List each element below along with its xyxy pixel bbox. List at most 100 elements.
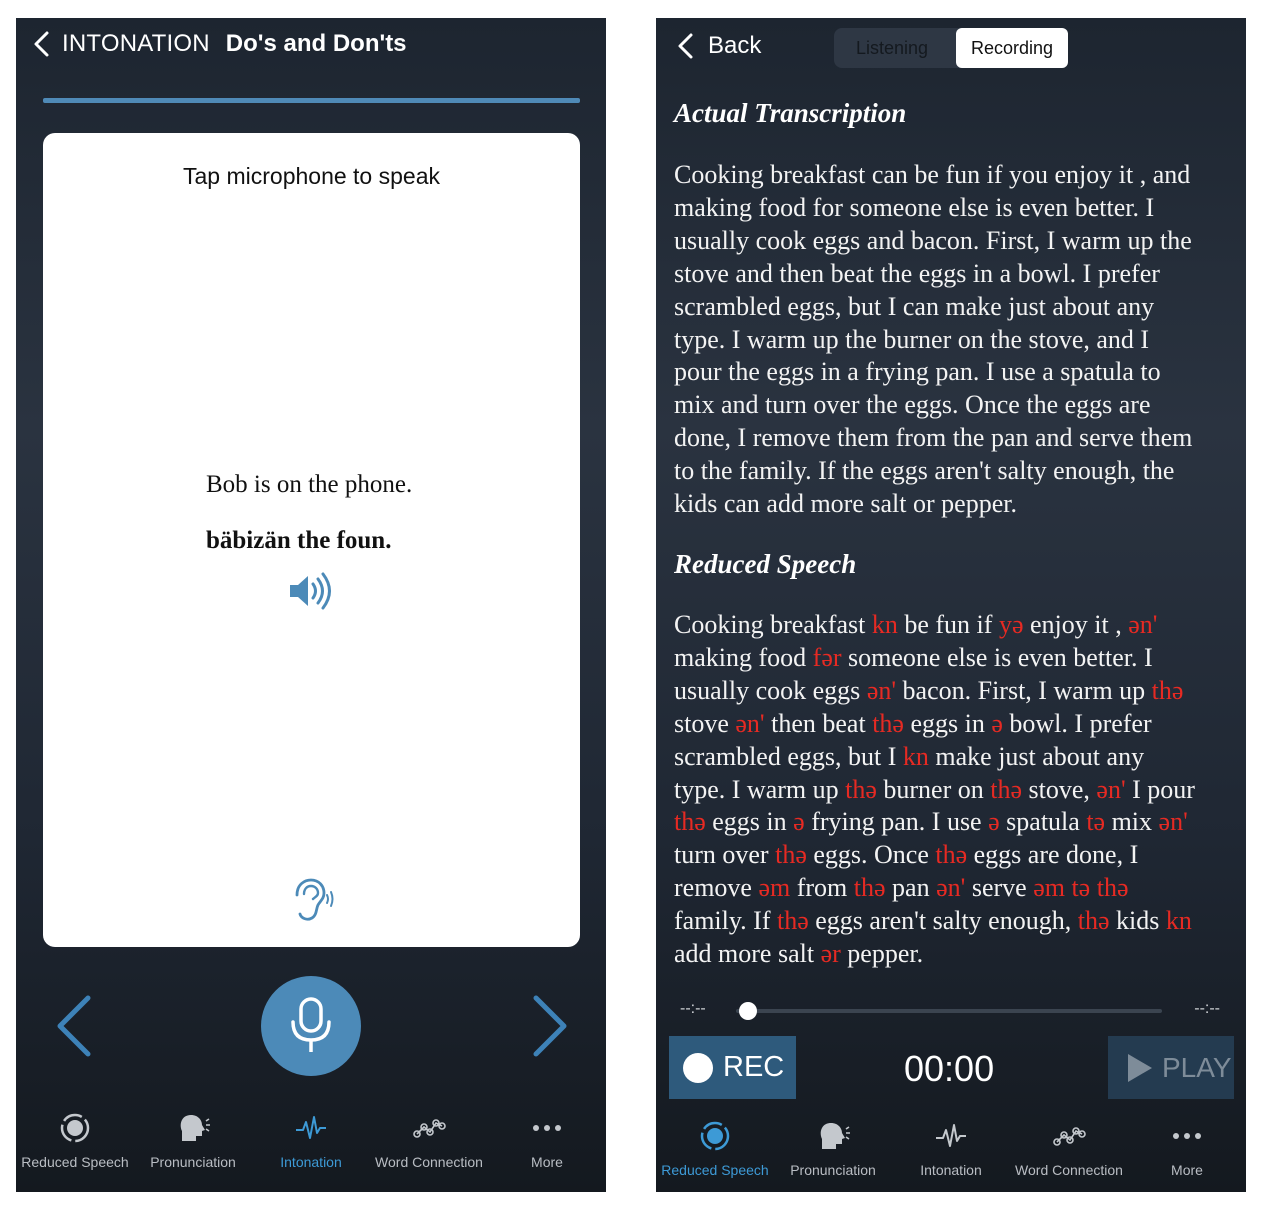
reduced-form: ər [820, 939, 841, 969]
plain-text: pan [885, 873, 937, 903]
tab-pronunciation[interactable]: Pronunciation [774, 1116, 892, 1178]
reduced-form: ə [991, 708, 1003, 738]
tab-label: Pronunciation [150, 1154, 236, 1170]
next-arrow-icon[interactable] [530, 994, 570, 1058]
segment-recording[interactable]: Recording [956, 28, 1068, 68]
elapsed-time: --:-- [680, 1000, 706, 1017]
plain-text: stove, [1022, 774, 1097, 804]
tab-bar: Reduced Speech Pronunciation Intonation Wor… [656, 1116, 1246, 1178]
transcript-line: Cooking breakfast can be fun if you enjo… [674, 160, 1191, 189]
pronunciation-icon [173, 1108, 213, 1148]
reduced-form: ə [988, 807, 1000, 837]
reduced-line: family. If thə eggs aren't salty enough,… [674, 905, 1234, 938]
reduced-form: ən' [1096, 774, 1126, 804]
plain-text: I pour [1125, 774, 1195, 804]
plain-text: make just about any [928, 741, 1145, 771]
plain-text: eggs are done, I [967, 840, 1139, 870]
tab-intonation[interactable]: Intonation [892, 1116, 1010, 1178]
reduced-line: scrambled eggs, but I kn make just about… [674, 741, 1234, 774]
reduced-sentence: bäbizän the foun. [206, 527, 392, 554]
transcript-line: pour the eggs in a frying pan. I use a s… [674, 357, 1161, 387]
reduced-line: thə eggs in ə frying pan. I use ə spatul… [674, 806, 1234, 839]
actual-transcription-text: Cooking breakfast can be fun if you enjo… [674, 159, 1234, 521]
plain-text: making food [674, 642, 813, 672]
tab-label: Word Connection [1015, 1162, 1123, 1178]
plain-text: eggs in [705, 807, 794, 837]
plain-text: be fun if [897, 610, 999, 639]
actual-transcription-heading: Actual Transcription [674, 98, 907, 128]
speaker-icon[interactable] [286, 571, 334, 611]
tab-more[interactable]: More [488, 1108, 606, 1170]
transcript-line: done, I remove them from the pan and ser… [674, 423, 1193, 453]
practice-card: Tap microphone to speak Bob is on the ph… [43, 133, 580, 947]
scrubber-track[interactable] [736, 1009, 1162, 1013]
back-button[interactable]: Back [674, 32, 761, 60]
plain-text: kids [1109, 906, 1166, 936]
reduced-form: thə [777, 906, 809, 936]
tab-bar: Reduced Speech Pronunciation Intonation Wor… [16, 1108, 606, 1170]
plain-text: remove [674, 873, 759, 903]
tab-label: Word Connection [375, 1154, 483, 1170]
reduced-line: add more salt ər pepper. [674, 938, 1234, 971]
tab-intonation[interactable]: Intonation [252, 1108, 370, 1170]
reduced-form: thə [1077, 906, 1110, 936]
transcript-line: to the family. If the eggs aren't salty … [674, 456, 1175, 486]
plain-text: add more salt [674, 939, 821, 969]
chevron-left-icon[interactable] [30, 30, 56, 58]
audio-scrubber[interactable]: --:-- --:-- [680, 1000, 1220, 1020]
intonation-icon [291, 1108, 331, 1148]
plain-text: eggs. Once [806, 840, 936, 870]
plain-text: turn over [674, 840, 776, 870]
reduced-form: ən' [1158, 807, 1188, 837]
tab-label: Reduced Speech [21, 1154, 129, 1170]
reduced-form: kn [902, 741, 929, 771]
reduced-form: thə [1151, 675, 1184, 705]
microphone-button[interactable] [261, 976, 361, 1076]
word-connection-icon [1049, 1116, 1089, 1156]
plain-text: pepper. [840, 939, 924, 969]
record-button[interactable]: REC [669, 1036, 796, 1099]
reduced-form: thə [935, 840, 968, 870]
tab-label: More [531, 1154, 563, 1170]
tab-label: More [1171, 1162, 1203, 1178]
transcript-line: kids can add more salt or pepper. [674, 489, 1017, 519]
intonation-screen: INTONATION Do's and Don'ts Tap microphon… [16, 18, 606, 1192]
reduced-speech-text: Cooking breakfast kn be fun if yə enjoy … [674, 609, 1234, 971]
reduced-line: type. I warm up thə burner on thə stove,… [674, 774, 1234, 807]
play-icon [1128, 1053, 1152, 1082]
section-title: INTONATION [62, 30, 210, 57]
reduced-line: stove ən' then beat thə eggs in ə bowl. … [674, 708, 1234, 741]
pronunciation-icon [813, 1116, 853, 1156]
reduced-line: remove əm from thə pan ən' serve əm tə t… [674, 872, 1234, 905]
reduced-speech-screen: Back Listening Recording Actual Transcri… [656, 18, 1246, 1192]
segment-listening[interactable]: Listening [834, 28, 950, 68]
practice-sentence: Bob is on the phone. [206, 471, 413, 498]
reduced-speech-icon [695, 1116, 735, 1156]
transcript-line: stove and then beat the eggs in a bowl. … [674, 258, 1160, 288]
microphone-icon [291, 997, 331, 1052]
tab-label: Intonation [920, 1162, 982, 1178]
reduced-line: turn over thə eggs. Once thə eggs are do… [674, 839, 1234, 872]
tab-more[interactable]: More [1128, 1116, 1246, 1178]
tab-pronunciation[interactable]: Pronunciation [134, 1108, 252, 1170]
plain-text: Cooking breakfast [674, 610, 872, 639]
ear-listen-icon[interactable] [287, 877, 337, 923]
play-label: PLAY [1162, 1051, 1232, 1083]
plain-text: usually cook eggs [674, 675, 867, 705]
previous-arrow-icon[interactable] [54, 994, 94, 1058]
more-icon [527, 1108, 567, 1148]
tab-reduced-speech[interactable]: Reduced Speech [656, 1116, 774, 1178]
reduced-form: fər [812, 642, 842, 672]
reduced-form: əm tə thə [1033, 873, 1129, 903]
tab-reduced-speech[interactable]: Reduced Speech [16, 1108, 134, 1170]
tab-word-connection[interactable]: Word Connection [370, 1108, 488, 1170]
scrubber-thumb[interactable] [739, 1002, 757, 1020]
reduced-form: thə [853, 873, 886, 903]
mode-segmented-control: Listening Recording [834, 28, 1068, 68]
play-button[interactable]: PLAY [1108, 1036, 1234, 1099]
word-connection-icon [409, 1108, 449, 1148]
tab-word-connection[interactable]: Word Connection [1010, 1116, 1128, 1178]
transcript-line: making food for someone else is even bet… [674, 192, 1155, 222]
intonation-icon [931, 1116, 971, 1156]
reduced-form: ə [793, 807, 805, 837]
